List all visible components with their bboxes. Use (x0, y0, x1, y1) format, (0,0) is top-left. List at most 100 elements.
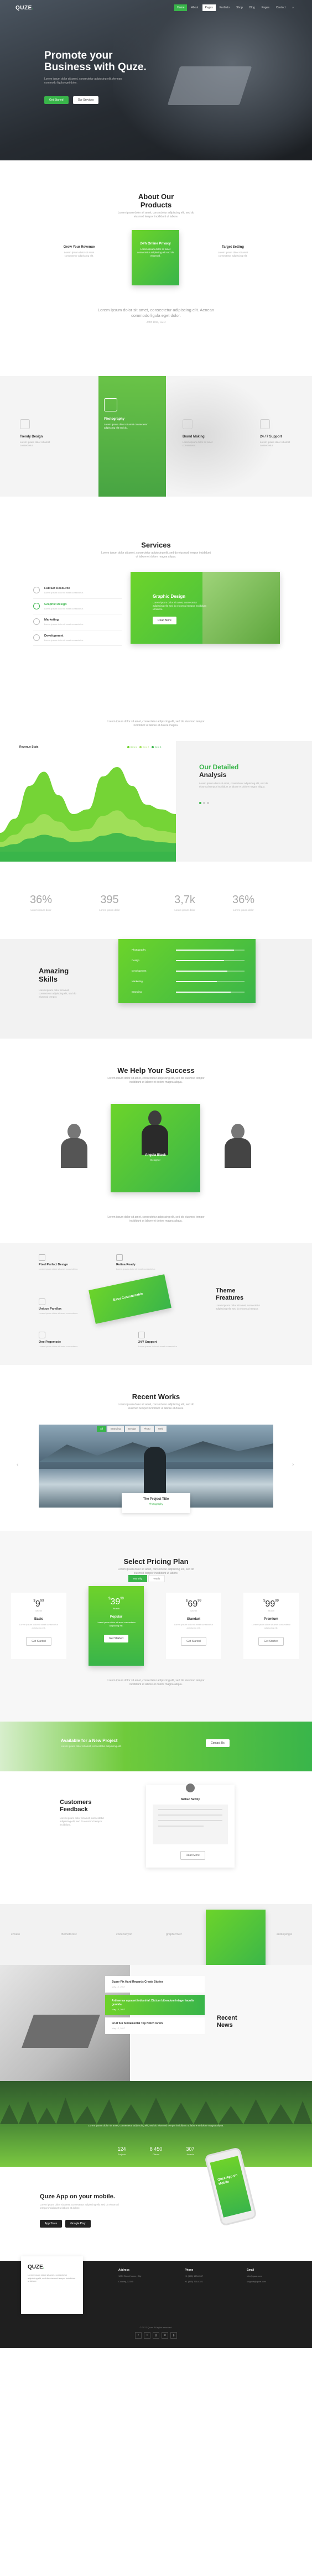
slider-dot[interactable] (199, 802, 201, 804)
nav-item-pages[interactable]: Pages (202, 4, 216, 11)
footer-logo[interactable]: QUZE. (28, 2264, 76, 2270)
get-started-button[interactable]: Get Started (44, 96, 69, 104)
news-item[interactable]: Artimenas aquaset industrial. Dictum bib… (105, 1995, 205, 2015)
feature-brand-making[interactable]: Brand Making Lorem ipsum dolor sit amet … (183, 419, 221, 447)
team-title: We Help Your Success (117, 1066, 195, 1075)
theme-title-line1: Theme (216, 1287, 236, 1294)
plan-popular-button[interactable]: Get Started (104, 1635, 128, 1642)
chevron-right-icon[interactable]: › (292, 1462, 294, 1468)
client-logo[interactable]: audiojungle (277, 1933, 292, 1936)
feature-support[interactable]: 24 / 7 Support Lorem ipsum dolor sit ame… (260, 419, 299, 447)
app-store-button[interactable]: App Store (40, 2220, 63, 2228)
nav-item-pages-2[interactable]: Pages (259, 4, 272, 11)
skill-track (176, 960, 245, 961)
news-item[interactable]: Super Fix Hard Rewards Create Stories May… (105, 1976, 205, 1993)
nav-item-shop[interactable]: Shop (233, 4, 246, 11)
news-item[interactable]: Fruit fun fundamental Top Notch lorem May… (105, 2017, 205, 2034)
theme-highlight-card[interactable]: Easy Customizable (89, 1274, 171, 1324)
app-section: Quze App on your mobile. Lorem ipsum dol… (0, 2146, 312, 2261)
product-card-revenue[interactable]: Grow Your Revenue Lorem ipsum dolor sit … (60, 236, 98, 258)
product-card-target[interactable]: Target Setting Lorem ipsum dolor sit ame… (214, 236, 252, 258)
revenue-area-chart (0, 767, 176, 862)
footer-col-title: Phone (185, 2269, 194, 2272)
theme-feature-pixel[interactable]: Pixel Perfect Design Lorem ipsum dolor si… (39, 1254, 94, 1271)
theme-feature-retina[interactable]: Retina Ready Lorem ipsum dolor sit amet c… (116, 1254, 171, 1271)
plan-premium-button[interactable]: Get Started (258, 1637, 284, 1646)
client-logo[interactable]: graphicriver (166, 1933, 182, 1936)
tab-monthly[interactable]: Monthly (128, 1575, 147, 1582)
theme-feature-onepage[interactable]: One Pagemode Lorem ipsum dolor sit amet c… (39, 1332, 94, 1348)
filter-tab-all[interactable]: All (97, 1426, 107, 1432)
feature-trendy-design[interactable]: Trendy Design Lorem ipsum dolor sit amet… (20, 419, 59, 447)
team-footer-text: Lorem ipsum dolor sit amet, consectetur … (107, 1216, 205, 1223)
skill-label: Development (132, 969, 147, 972)
product-cards: Grow Your Revenue Lorem ipsum dolor sit … (0, 230, 312, 291)
work-caption-card[interactable]: The Project Title Photography (122, 1493, 190, 1513)
search-icon[interactable]: ⌕ (289, 4, 297, 11)
plan-basic-button[interactable]: Get Started (26, 1637, 51, 1646)
file-icon (39, 1332, 45, 1338)
service-item-development[interactable]: Development Lorem ipsum dolor sit amet co… (33, 630, 122, 646)
filter-tab-design[interactable]: Design (125, 1426, 140, 1432)
feedback-section: Customers Feedback Lorem ipsum dolor sit … (0, 1771, 312, 1904)
pricing-section: Select Pricing Plan Lorem ipsum dolor si… (0, 1531, 312, 1722)
our-services-button[interactable]: Our Services (72, 96, 99, 104)
google-play-button[interactable]: Google Play (65, 2220, 91, 2228)
contact-us-button[interactable]: Contact Us (206, 1739, 230, 1747)
chevron-left-icon[interactable]: ‹ (17, 1462, 18, 1468)
skill-label: Branding (132, 990, 142, 993)
plan-name: Popular (110, 1615, 123, 1619)
footer-col-line[interactable]: +1 (555) 765-4321 (185, 2280, 246, 2283)
client-logo[interactable]: codecanyon (116, 1933, 132, 1936)
plan-price-cents: 99 (120, 1597, 124, 1600)
feature-photography[interactable]: Photography Lorem ipsum dolor sit amet c… (104, 398, 159, 430)
filter-tab-photo[interactable]: Photo (141, 1426, 154, 1432)
stat-value: 3,7k (174, 894, 195, 906)
nav-item-about[interactable]: About (188, 4, 201, 11)
client-logo[interactable]: envato (11, 1933, 20, 1936)
nav-item-portfolio[interactable]: Portfolio (217, 4, 232, 11)
code-icon (33, 634, 40, 641)
nav-item-contact[interactable]: Contact (273, 4, 288, 11)
footer-col-line[interactable]: +1 (555) 123-4567 (185, 2275, 246, 2277)
filter-tab-branding[interactable]: Branding (107, 1426, 124, 1432)
footer: QUZE. Lorem ipsum dolor sit amet, consec… (0, 2256, 312, 2348)
theme-feature-support[interactable]: 24/7 Support Lorem ipsum dolor sit amet c… (138, 1332, 194, 1348)
service-item-marketing[interactable]: Marketing Lorem ipsum dolor sit amet cons… (33, 614, 122, 630)
news-date: May 12, 2017 (112, 1985, 126, 1988)
quote-line (158, 1814, 222, 1816)
feedback-title-line2: Feedback (60, 1806, 88, 1813)
product-card-privacy[interactable]: 24/h Online Privacy Lorem ipsum dolor si… (132, 230, 179, 285)
slider-dot[interactable] (207, 802, 209, 804)
theme-feature-parallax[interactable]: Unique Parallax Lorem ipsum dolor sit ame… (39, 1299, 94, 1315)
footer-col-line[interactable]: info@quze.com (247, 2275, 308, 2277)
facebook-icon[interactable]: f (135, 2332, 142, 2339)
team-member-3[interactable] (221, 1124, 254, 1168)
team-member-1[interactable] (58, 1124, 91, 1168)
pricing-plan-premium: $9999 /Month Premium Lorem ipsum dolor s… (243, 1593, 299, 1659)
slider-dot[interactable] (203, 802, 205, 804)
products-title: About Our Products (138, 192, 174, 209)
services-subtitle: Lorem ipsum dolor sit amet, consectetur … (101, 551, 211, 559)
pricing-period-tabs: Monthly Yearly (128, 1575, 165, 1582)
service-item-graphic[interactable]: Graphic Design Lorem ipsum dolor sit amet… (33, 599, 122, 614)
service-item-resource[interactable]: Full Set Resource Lorem ipsum dolor sit a… (33, 583, 122, 599)
tab-yearly[interactable]: Yearly (148, 1575, 165, 1582)
plan-standart-button[interactable]: Get Started (181, 1637, 206, 1646)
filter-tab-web[interactable]: Web (154, 1426, 167, 1432)
service-read-more-button[interactable]: Read More (153, 617, 176, 624)
feedback-read-more-button[interactable]: Read More (180, 1851, 205, 1860)
linkedin-icon[interactable]: in (162, 2332, 168, 2339)
logo[interactable]: QUZE. (15, 5, 34, 11)
client-logo[interactable]: themeforest (61, 1933, 77, 1936)
nav-item-home[interactable]: Home (174, 4, 188, 11)
nav-item-blog[interactable]: Blog (247, 4, 258, 11)
team-member-featured[interactable]: Angela Black Designer (111, 1104, 200, 1192)
app-title: Quze App on your mobile. (40, 2193, 115, 2200)
google-icon[interactable]: g (153, 2332, 159, 2339)
plan-name: Standart (186, 1618, 201, 1621)
theme-feature-title: Retina Ready (116, 1263, 136, 1266)
pinterest-icon[interactable]: p (170, 2332, 177, 2339)
footer-col-line[interactable]: support@quze.com (247, 2280, 308, 2283)
twitter-icon[interactable]: t (144, 2332, 150, 2339)
